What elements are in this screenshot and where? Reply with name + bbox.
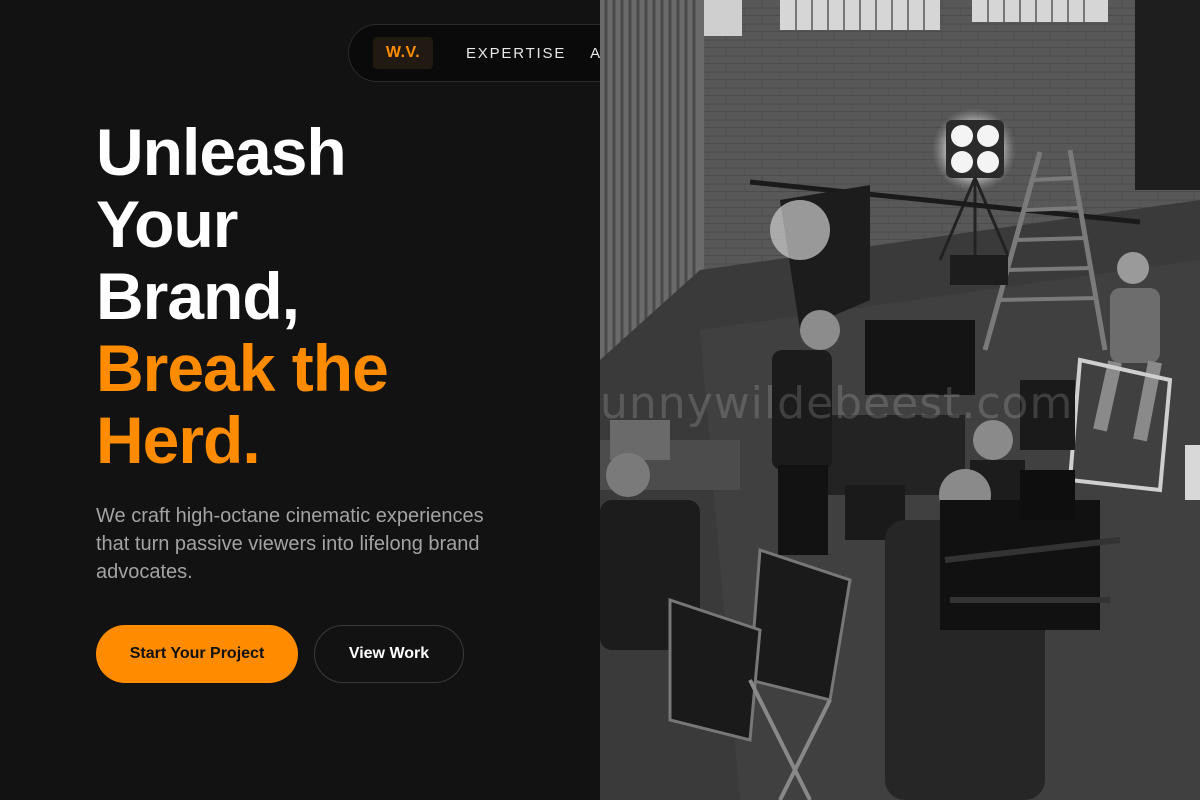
photo-watermark: unnywildebeest.com (600, 378, 1074, 429)
nav-link-expertise[interactable]: EXPERTISE (466, 45, 566, 62)
view-work-button[interactable]: View Work (314, 625, 464, 683)
headline-line: Brand, (96, 259, 300, 333)
headline-accent-line: Break the (96, 331, 389, 405)
hero-headline: Unleash Your Brand, Break the Herd. (96, 115, 389, 477)
hero-subtext: We craft high-octane cinematic experienc… (96, 505, 484, 583)
headline-line: Your (96, 187, 238, 261)
logo[interactable]: W.V. (373, 37, 433, 69)
hero-photo: unnywildebeest.com (600, 0, 1200, 800)
hero-left-panel: W.V. EXPERTISE ABO Unleash Your Brand, B… (0, 0, 748, 800)
headline-line: Unleash (96, 115, 347, 189)
headline-accent-line: Herd. (96, 403, 261, 477)
start-project-button[interactable]: Start Your Project (96, 625, 298, 683)
